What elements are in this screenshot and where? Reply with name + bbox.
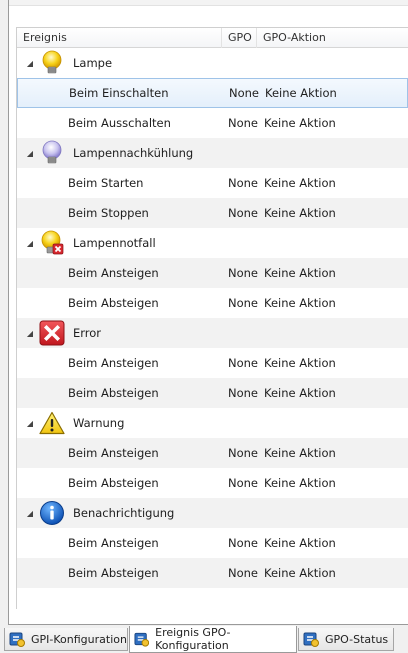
gpo-value[interactable]: None xyxy=(228,476,264,490)
tab-label: GPI-Konfiguration xyxy=(31,632,127,646)
event-name: Beim Ansteigen xyxy=(68,446,159,460)
group-title: Lampennotfall xyxy=(73,236,156,250)
gpo-value[interactable]: None xyxy=(229,86,265,100)
gpo-value[interactable]: None xyxy=(228,356,264,370)
event-name: Beim Stoppen xyxy=(68,206,149,220)
collapse-toggle-icon[interactable]: ◢ xyxy=(21,329,39,338)
collapse-toggle-icon[interactable]: ◢ xyxy=(21,419,39,428)
collapse-toggle-icon[interactable]: ◢ xyxy=(21,149,39,158)
collapse-toggle-icon[interactable]: ◢ xyxy=(21,59,39,68)
group-row-lamp-emergency[interactable]: ◢ Lampennotfall xyxy=(17,228,408,258)
event-name: Beim Absteigen xyxy=(68,566,159,580)
gpo-action-value[interactable]: Keine Aktion xyxy=(264,176,408,190)
table-row[interactable]: Beim Ansteigen None Keine Aktion xyxy=(17,258,408,288)
group-title: Lampe xyxy=(73,56,113,70)
bottom-tab-strip: GPI-Konfiguration Ereignis GPO-Konfigura… xyxy=(0,626,408,653)
event-name: Beim Starten xyxy=(68,176,144,190)
table-row[interactable]: Beim Absteigen None Keine Aktion xyxy=(17,378,408,408)
gpo-value[interactable]: None xyxy=(228,206,264,220)
gpo-value[interactable]: None xyxy=(228,446,264,460)
group-row-notification[interactable]: ◢ Benachrichtigung xyxy=(17,498,408,528)
gpo-action-value[interactable]: Keine Aktion xyxy=(264,266,408,280)
column-header-action[interactable]: GPO-Aktion xyxy=(257,28,408,48)
group-row-lamp[interactable]: ◢ Lampe xyxy=(17,48,408,78)
table-row[interactable]: Beim Absteigen None Keine Aktion xyxy=(17,288,408,318)
gpi-config-icon xyxy=(9,632,25,647)
event-name: Beim Absteigen xyxy=(68,476,159,490)
gpo-action-value[interactable]: Keine Aktion xyxy=(264,206,408,220)
tab-gpi-configuration[interactable]: GPI-Konfiguration xyxy=(4,628,128,651)
gpo-value[interactable]: None xyxy=(228,266,264,280)
group-title: Benachrichtigung xyxy=(73,506,175,520)
gpo-value[interactable]: None xyxy=(228,116,264,130)
gpo-action-value[interactable]: Keine Aktion xyxy=(264,116,408,130)
gpo-action-value[interactable]: Keine Aktion xyxy=(264,566,408,580)
event-name: Beim Absteigen xyxy=(68,386,159,400)
event-name: Beim Ansteigen xyxy=(68,266,159,280)
table-row[interactable]: Beim Ausschalten None Keine Aktion xyxy=(17,108,408,138)
gpo-action-value[interactable]: Keine Aktion xyxy=(264,356,408,370)
gpo-action-value[interactable]: Keine Aktion xyxy=(264,386,408,400)
event-gpo-config-icon xyxy=(134,632,150,647)
event-name: Beim Ausschalten xyxy=(68,116,171,130)
gpo-value[interactable]: None xyxy=(228,296,264,310)
gpo-value[interactable]: None xyxy=(228,176,264,190)
gpo-value[interactable]: None xyxy=(228,386,264,400)
event-name: Beim Absteigen xyxy=(68,296,159,310)
group-title: Error xyxy=(73,326,102,340)
gpo-status-icon xyxy=(303,632,319,647)
collapse-toggle-icon[interactable]: ◢ xyxy=(21,509,39,518)
gpo-action-value[interactable]: Keine Aktion xyxy=(265,86,407,100)
column-header-gpo[interactable]: GPO xyxy=(222,28,257,48)
info-icon xyxy=(39,500,65,526)
table-row[interactable]: Beim Ansteigen None Keine Aktion xyxy=(17,348,408,378)
column-header-event[interactable]: Ereignis xyxy=(17,28,222,48)
tab-label: Ereignis GPO-Konfiguration xyxy=(155,626,231,652)
gpo-action-value[interactable]: Keine Aktion xyxy=(264,446,408,460)
gpo-value[interactable]: None xyxy=(228,536,264,550)
panel-top-strip xyxy=(9,0,408,6)
tab-gpo-status[interactable]: GPO-Status xyxy=(298,628,394,651)
group-title: Lampennachkühlung xyxy=(73,146,194,160)
group-row-lamp-cooldown[interactable]: ◢ Lampennachkühlung xyxy=(17,138,408,168)
tab-event-gpo-configuration[interactable]: Ereignis GPO-Konfiguration xyxy=(129,626,297,653)
tab-label: GPO-Status xyxy=(325,632,389,646)
lamp-cooldown-icon xyxy=(39,140,65,166)
gpo-action-value[interactable]: Keine Aktion xyxy=(264,296,408,310)
group-row-warning[interactable]: ◢ Warnung xyxy=(17,408,408,438)
error-icon xyxy=(39,320,65,346)
table-row[interactable]: Beim Ansteigen None Keine Aktion xyxy=(17,438,408,468)
table-row[interactable]: Beim Einschalten None Keine Aktion xyxy=(17,78,408,108)
gpo-value[interactable]: None xyxy=(228,566,264,580)
event-name: Beim Ansteigen xyxy=(68,356,159,370)
event-gpo-grid[interactable]: Ereignis GPO GPO-Aktion ◢ Lampe Beim Ein… xyxy=(16,27,408,609)
group-row-error[interactable]: ◢ Error xyxy=(17,318,408,348)
table-row[interactable]: Beim Ansteigen None Keine Aktion xyxy=(17,528,408,558)
table-row[interactable]: Beim Absteigen None Keine Aktion xyxy=(17,468,408,498)
event-name: Beim Ansteigen xyxy=(68,536,159,550)
collapse-toggle-icon[interactable]: ◢ xyxy=(21,239,39,248)
warning-icon xyxy=(39,410,65,436)
grid-header: Ereignis GPO GPO-Aktion xyxy=(17,28,408,48)
event-name: Beim Einschalten xyxy=(69,86,169,100)
table-row[interactable]: Beim Absteigen None Keine Aktion xyxy=(17,558,408,588)
table-row[interactable]: Beim Starten None Keine Aktion xyxy=(17,168,408,198)
lamp-emergency-icon xyxy=(39,230,65,256)
group-title: Warnung xyxy=(73,416,125,430)
lamp-on-icon xyxy=(39,50,65,76)
gpo-action-value[interactable]: Keine Aktion xyxy=(264,476,408,490)
gpo-action-value[interactable]: Keine Aktion xyxy=(264,536,408,550)
table-row[interactable]: Beim Stoppen None Keine Aktion xyxy=(17,198,408,228)
